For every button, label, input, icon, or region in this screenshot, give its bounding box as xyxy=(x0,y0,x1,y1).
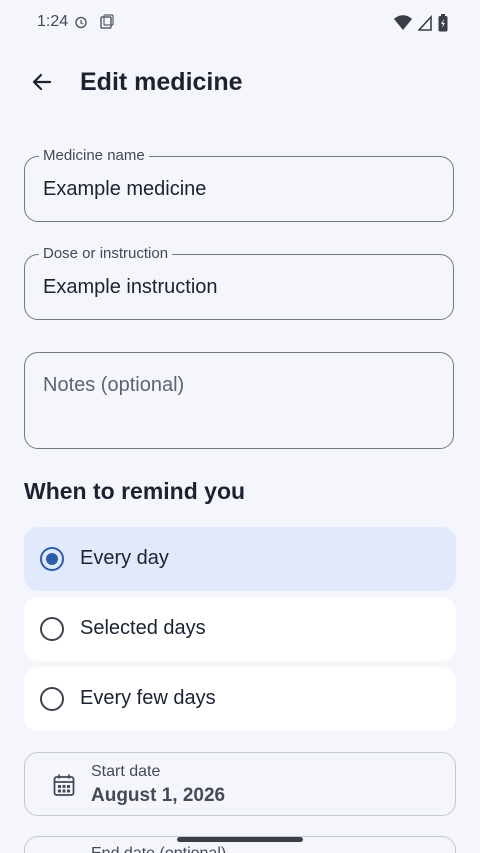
wifi-icon xyxy=(394,15,412,36)
option-selected-days-label: Selected days xyxy=(80,617,206,639)
gesture-nav-handle[interactable] xyxy=(177,837,303,842)
arrow-left-icon xyxy=(32,73,52,91)
end-date-label: End date (optional) xyxy=(91,845,226,853)
start-date-label: Start date xyxy=(91,763,161,780)
cellular-signal-icon xyxy=(417,14,432,36)
medicine-name-field[interactable]: Medicine name Example medicine xyxy=(24,147,454,222)
option-every-day[interactable]: Every day xyxy=(24,527,456,591)
dose-instruction-field[interactable]: Dose or instruction Example instruction xyxy=(24,245,454,320)
start-date-value: August 1, 2026 xyxy=(91,785,226,806)
status-time: 1:24 xyxy=(37,13,69,30)
dose-instruction-value: Example instruction xyxy=(43,276,218,298)
reminder-section-title: When to remind you xyxy=(24,478,246,504)
option-every-day-label: Every day xyxy=(80,547,169,569)
calendar-icon xyxy=(53,773,75,802)
screenshot-icon xyxy=(99,14,115,35)
battery-icon xyxy=(438,14,448,37)
option-selected-days[interactable]: Selected days xyxy=(24,597,456,661)
top-app-bar: Edit medicine xyxy=(0,56,480,112)
medicine-name-label: Medicine name xyxy=(39,147,149,165)
status-bar: 1:24 xyxy=(0,0,480,44)
radio-every-few-days[interactable] xyxy=(40,687,64,711)
option-every-few-days-label: Every few days xyxy=(80,687,216,709)
page-title: Edit medicine xyxy=(80,68,243,96)
radio-every-day[interactable] xyxy=(40,547,64,571)
start-date-button[interactable]: Start date August 1, 2026 xyxy=(24,752,456,816)
dose-instruction-label: Dose or instruction xyxy=(39,245,173,263)
option-every-few-days[interactable]: Every few days xyxy=(24,667,456,731)
notes-placeholder: Notes (optional) xyxy=(43,374,185,396)
status-icons xyxy=(394,14,448,37)
back-button[interactable] xyxy=(22,62,62,102)
notes-field[interactable]: Notes (optional) xyxy=(24,352,454,449)
radio-selected-days[interactable] xyxy=(40,617,64,641)
alarm-icon xyxy=(74,15,88,34)
medicine-name-value: Example medicine xyxy=(43,178,207,200)
